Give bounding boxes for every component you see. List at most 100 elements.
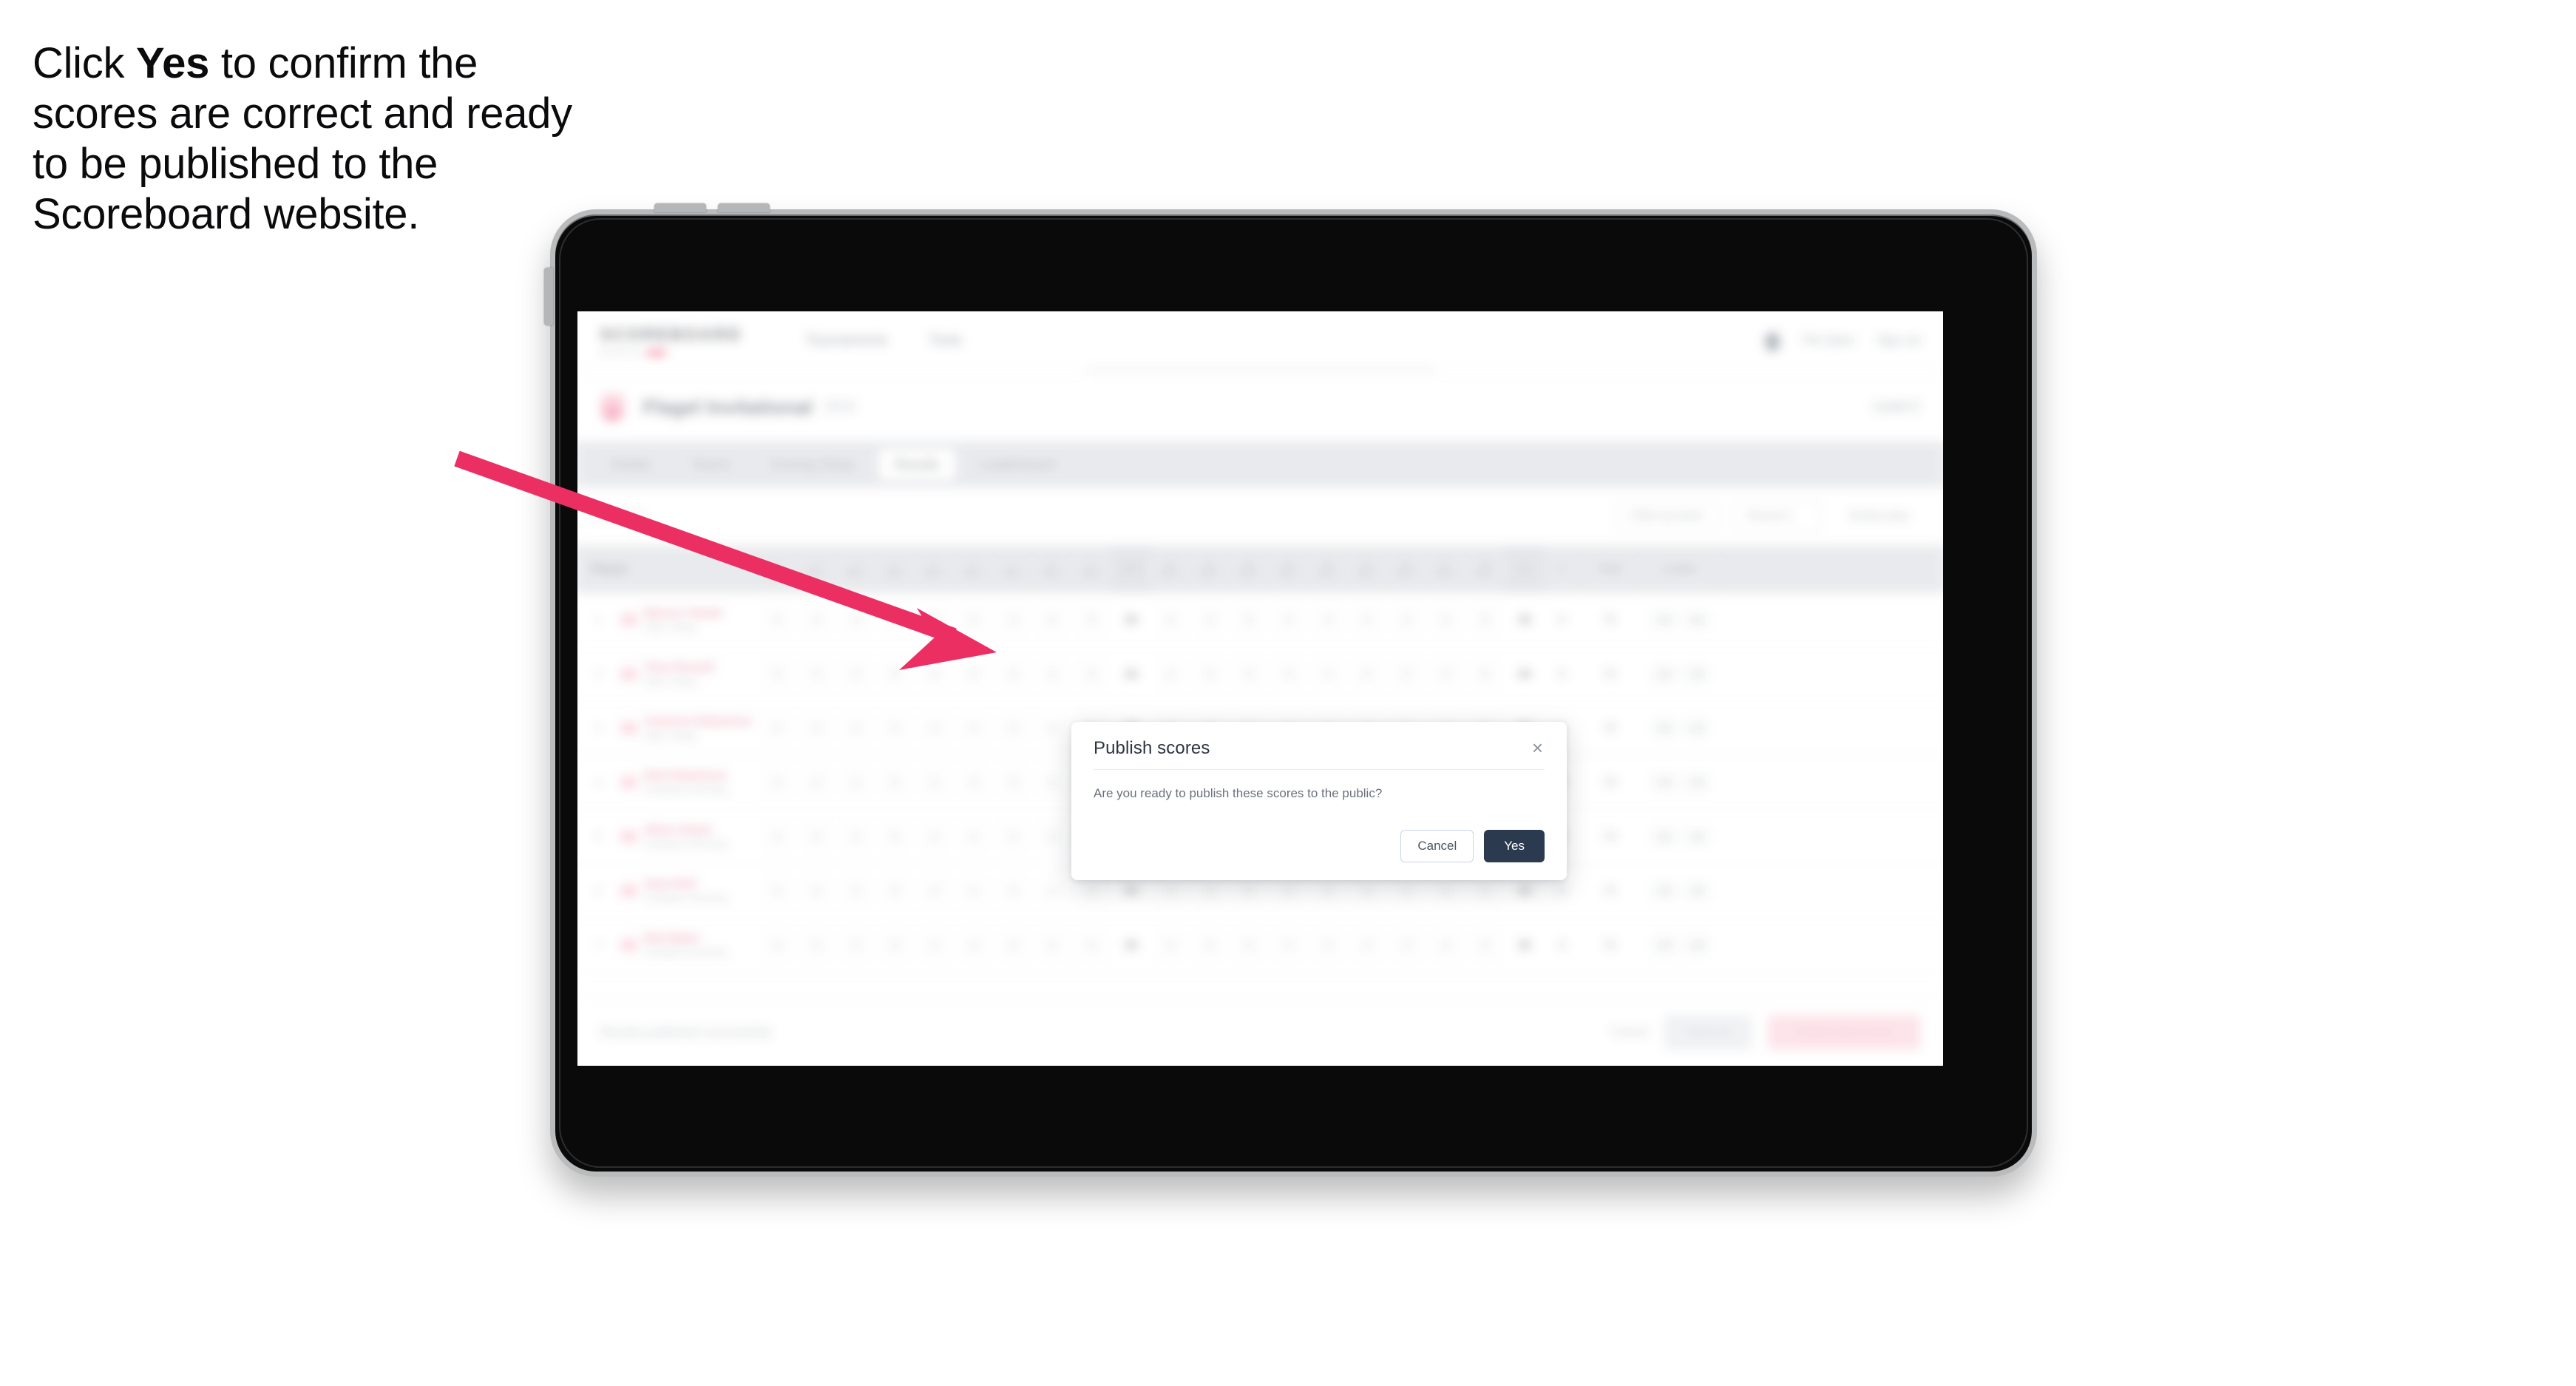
volume-up-button[interactable] <box>654 203 706 212</box>
score-input[interactable]: 4 <box>1433 878 1459 904</box>
cell-hole-3[interactable]: 3 <box>836 864 875 917</box>
cell-hole-6[interactable]: 4 <box>954 810 993 863</box>
cell-hole-4[interactable]: 5 <box>875 864 915 917</box>
score-input[interactable]: 4 <box>804 878 830 904</box>
cell-hole-1[interactable]: 4 <box>757 918 796 971</box>
score-input[interactable]: 4 <box>1433 606 1459 632</box>
score-input[interactable]: 4 <box>960 715 987 741</box>
score-input[interactable]: 4 <box>1315 932 1340 958</box>
score-input[interactable]: 5 <box>1236 878 1262 904</box>
cell-hole-1[interactable]: 4 <box>757 810 796 863</box>
volume-down-button[interactable] <box>718 203 770 212</box>
score-input[interactable]: 4 <box>1433 660 1459 686</box>
cell-hole-4[interactable]: 5 <box>875 701 915 754</box>
score-input[interactable]: 4 <box>764 606 790 632</box>
cell-hole-6[interactable]: 4 <box>954 755 993 808</box>
cell-hole-5[interactable]: 4 <box>915 810 954 863</box>
score-input[interactable]: 4 <box>1275 932 1301 958</box>
score-input[interactable]: 5 <box>1236 932 1262 958</box>
close-icon[interactable]: × <box>1531 738 1545 757</box>
score-input[interactable]: 4 <box>1157 660 1184 686</box>
cell-hole-18[interactable]: 5 <box>1465 647 1505 700</box>
table-row[interactable]: 7 Bob Baker Southpark Schooling 4 4 3 5 4 4 3 4 5 36… <box>577 918 1943 973</box>
score-input[interactable]: 5 <box>1079 660 1105 686</box>
score-input[interactable]: 4 <box>1040 878 1065 904</box>
score-input[interactable]: 3 <box>1000 660 1026 686</box>
score-input[interactable]: 4 <box>1157 878 1184 904</box>
cell-hole-7[interactable]: 3 <box>994 701 1033 754</box>
score-input[interactable]: 4 <box>1355 660 1380 686</box>
cell-hole-16[interactable]: 3 <box>1387 592 1426 646</box>
nav-item-tournaments[interactable]: Tournaments <box>806 333 887 349</box>
cell-hole-11[interactable]: 3 <box>1190 918 1230 971</box>
score-input[interactable]: 4 <box>960 878 987 904</box>
cell-hole-1[interactable]: 4 <box>757 647 796 700</box>
score-input[interactable]: 4 <box>921 715 947 741</box>
cell-hole-16[interactable]: 3 <box>1387 918 1426 971</box>
score-input[interactable]: 4 <box>960 932 987 958</box>
filter-format-select[interactable]: Stroke play <box>1834 501 1924 532</box>
brand-logo[interactable]: SCOREBOARD powered by <box>600 325 742 356</box>
cell-hole-3[interactable]: 3 <box>836 810 875 863</box>
cell-hole-3[interactable]: 3 <box>836 647 875 700</box>
score-input[interactable]: 5 <box>1079 932 1105 958</box>
score-input[interactable]: 4 <box>1275 660 1301 686</box>
score-input[interactable]: 4 <box>764 932 790 958</box>
score-input[interactable]: 5 <box>1472 878 1498 904</box>
score-input[interactable]: 4 <box>804 932 830 958</box>
score-input[interactable]: 3 <box>1000 878 1026 904</box>
cell-hole-10[interactable]: 4 <box>1150 647 1190 700</box>
cell-hole-6[interactable]: 4 <box>954 647 993 700</box>
cell-hole-9[interactable]: 5 <box>1072 592 1111 646</box>
score-input[interactable]: 4 <box>1040 932 1065 958</box>
cell-hole-7[interactable]: 3 <box>994 647 1033 700</box>
yes-button[interactable]: Yes <box>1484 830 1545 862</box>
cell-hole-8[interactable]: 4 <box>1033 592 1072 646</box>
score-input[interactable]: 3 <box>843 606 869 632</box>
cell-hole-5[interactable]: 4 <box>915 918 954 971</box>
cell-hole-9[interactable]: 5 <box>1072 647 1111 700</box>
footer-cancel-link[interactable]: Cancel <box>1611 1025 1648 1038</box>
cell-hole-7[interactable]: 3 <box>994 810 1033 863</box>
tab-details[interactable]: Details <box>594 448 667 480</box>
score-input[interactable]: 3 <box>1000 715 1026 741</box>
score-input[interactable]: 4 <box>921 606 947 632</box>
score-input[interactable]: 3 <box>843 932 869 958</box>
cell-hole-7[interactable]: 3 <box>994 755 1033 808</box>
cell-hole-17[interactable]: 4 <box>1426 592 1465 646</box>
power-button[interactable] <box>544 268 553 325</box>
cell-hole-4[interactable]: 5 <box>875 918 915 971</box>
filter-round-select[interactable]: Round 1 <box>1732 500 1821 533</box>
score-input[interactable]: 4 <box>804 660 830 686</box>
score-input[interactable]: 5 <box>1472 932 1498 958</box>
cell-hole-1[interactable]: 4 <box>757 755 796 808</box>
account-name[interactable]: The Open <box>1802 334 1854 348</box>
score-input[interactable]: 4 <box>960 769 987 795</box>
score-input[interactable]: 4 <box>1275 878 1301 904</box>
cell-hole-15[interactable]: 4 <box>1347 647 1386 700</box>
score-input[interactable]: 3 <box>843 715 869 741</box>
cell-hole-10[interactable]: 4 <box>1150 592 1190 646</box>
nav-item-tools[interactable]: Tools <box>929 333 962 349</box>
cell-hole-17[interactable]: 4 <box>1426 918 1465 971</box>
score-input[interactable]: 3 <box>843 769 869 795</box>
score-input[interactable]: 4 <box>1315 660 1340 686</box>
save-all-button[interactable]: Save all <box>1664 1015 1752 1049</box>
cell-hole-4[interactable]: 5 <box>875 647 915 700</box>
cell-hole-1[interactable]: 4 <box>757 592 796 646</box>
cell-hole-6[interactable]: 4 <box>954 864 993 917</box>
score-input[interactable]: 4 <box>960 606 987 632</box>
score-input[interactable]: 5 <box>1079 606 1105 632</box>
cell-hole-7[interactable]: 3 <box>994 918 1033 971</box>
score-input[interactable]: 4 <box>960 823 987 849</box>
score-input[interactable]: 4 <box>921 823 947 849</box>
score-input[interactable]: 3 <box>1394 878 1420 904</box>
cell-hole-10[interactable]: 4 <box>1150 918 1190 971</box>
publish-final-scores-button[interactable]: Publish final scores <box>1767 1015 1921 1049</box>
score-input[interactable]: 3 <box>1000 606 1026 632</box>
score-input[interactable]: 4 <box>1040 660 1065 686</box>
score-input[interactable]: 4 <box>804 769 830 795</box>
cell-hole-6[interactable]: 4 <box>954 592 993 646</box>
bell-icon[interactable] <box>1765 333 1780 353</box>
cell-hole-5[interactable]: 4 <box>915 701 954 754</box>
